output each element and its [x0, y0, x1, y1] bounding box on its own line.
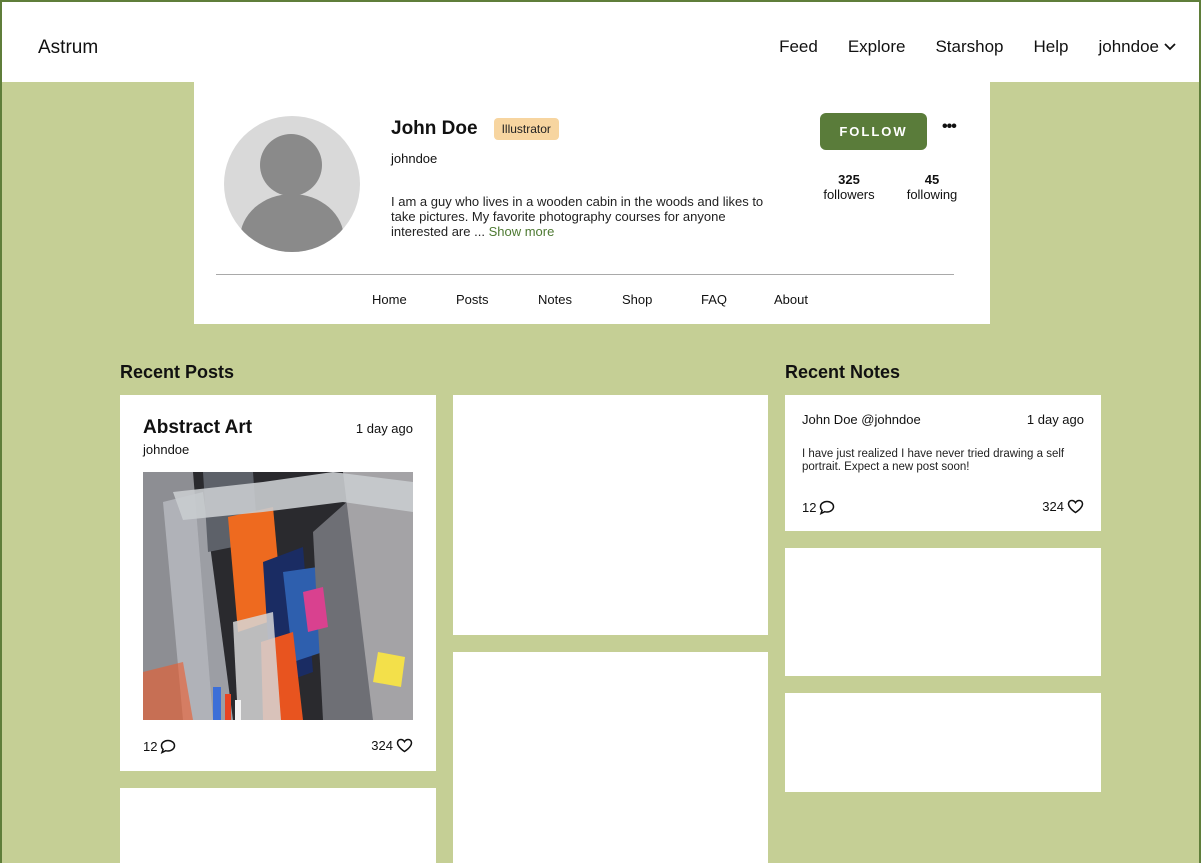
tab-notes[interactable]: Notes	[538, 292, 622, 307]
brand-logo[interactable]: Astrum	[38, 37, 98, 59]
top-bar: Astrum Feed Explore Starshop Help johndo…	[2, 2, 1199, 82]
profile-username: johndoe	[391, 151, 438, 166]
post-likes[interactable]: 324	[371, 738, 413, 753]
following-stat[interactable]: 45 following	[900, 172, 964, 202]
tab-shop[interactable]: Shop	[622, 292, 701, 307]
followers-count: 325	[838, 172, 860, 187]
tab-about[interactable]: About	[774, 292, 834, 307]
chevron-down-icon	[1164, 43, 1176, 51]
page-frame: Astrum Feed Explore Starshop Help johndo…	[0, 0, 1201, 863]
post-author[interactable]: johndoe	[143, 442, 189, 457]
post-time: 1 day ago	[355, 421, 413, 436]
comment-icon	[161, 739, 176, 754]
post-card-placeholder[interactable]	[120, 788, 436, 863]
bio-text: I am a guy who lives in a wooden cabin i…	[391, 194, 764, 239]
note-card[interactable]: John Doe @johndoe 1 day ago I have just …	[785, 395, 1101, 531]
followers-label: followers	[823, 187, 875, 202]
tab-home[interactable]: Home	[372, 292, 456, 307]
note-likes[interactable]: 324	[1042, 499, 1084, 514]
heart-icon	[1067, 499, 1084, 514]
nav-help[interactable]: Help	[1034, 37, 1069, 57]
profile-name: John Doe	[391, 118, 478, 139]
tab-posts[interactable]: Posts	[456, 292, 538, 307]
avatar-body	[240, 194, 344, 252]
profile-divider	[216, 274, 954, 275]
more-icon[interactable]: •••	[942, 118, 957, 136]
profile-card: John Doe Illustrator johndoe I am a guy …	[194, 82, 990, 324]
user-menu[interactable]: johndoe	[1098, 37, 1177, 57]
post-like-count: 324	[371, 738, 393, 753]
recent-notes-title: Recent Notes	[785, 362, 901, 382]
tab-faq[interactable]: FAQ	[701, 292, 774, 307]
nav-explore[interactable]: Explore	[848, 37, 906, 57]
recent-posts-title: Recent Posts	[120, 362, 235, 382]
note-comments[interactable]: 12	[802, 500, 835, 515]
nav-starshop[interactable]: Starshop	[935, 37, 1003, 57]
post-card-placeholder[interactable]	[453, 395, 768, 635]
following-label: following	[906, 187, 958, 202]
note-time: 1 day ago	[1026, 412, 1084, 427]
note-text: I have just realized I have never tried …	[802, 448, 1065, 473]
show-more-link[interactable]: Show more	[489, 224, 555, 239]
profile-name-row: John Doe Illustrator	[391, 118, 559, 140]
note-card-placeholder[interactable]	[785, 548, 1101, 676]
post-image[interactable]	[143, 472, 413, 720]
user-menu-label: johndoe	[1098, 37, 1159, 56]
followers-stat[interactable]: 325 followers	[816, 172, 882, 202]
post-comment-count: 12	[143, 739, 158, 754]
note-author[interactable]: John Doe @johndoe	[802, 412, 921, 427]
top-nav: Feed Explore Starshop Help johndoe	[779, 37, 1177, 57]
profile-bio: I am a guy who lives in a wooden cabin i…	[391, 194, 771, 239]
post-title[interactable]: Abstract Art	[143, 417, 252, 439]
note-comment-count: 12	[802, 500, 817, 515]
note-card-placeholder[interactable]	[785, 693, 1101, 792]
follow-button[interactable]: FOLLOW	[820, 113, 927, 150]
following-count: 45	[924, 172, 940, 187]
heart-icon	[396, 738, 413, 753]
comment-icon	[820, 500, 835, 515]
note-like-count: 324	[1042, 499, 1064, 514]
avatar	[224, 116, 360, 252]
avatar-head	[260, 134, 322, 196]
abstract-art-image	[143, 472, 413, 720]
role-badge: Illustrator	[493, 118, 559, 140]
post-comments[interactable]: 12	[143, 739, 176, 754]
profile-tabs: Home Posts Notes Shop FAQ About	[372, 292, 834, 307]
post-card-placeholder[interactable]	[453, 652, 768, 863]
nav-feed[interactable]: Feed	[779, 37, 818, 57]
post-card[interactable]: Abstract Art johndoe 1 day ago 12 324	[120, 395, 436, 771]
